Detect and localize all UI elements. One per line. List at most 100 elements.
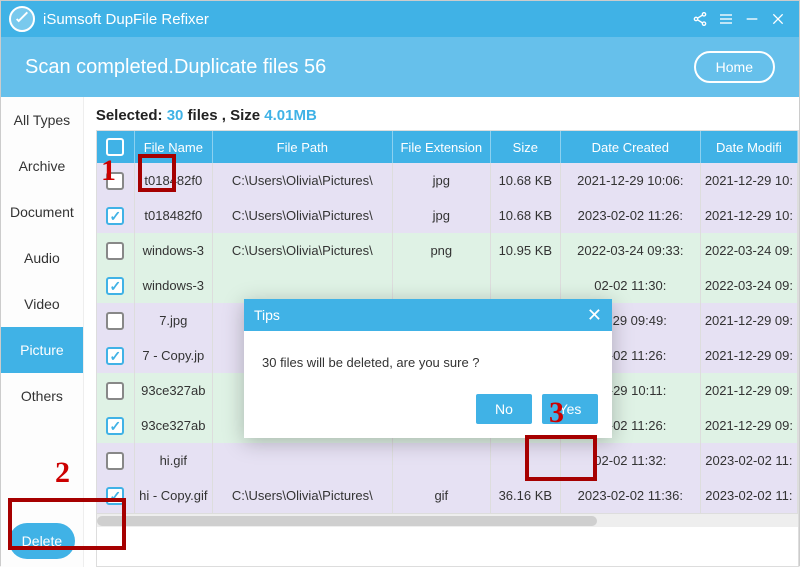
- scan-status-text: Scan completed.Duplicate files 56: [25, 56, 694, 79]
- cell-created: 2022-03-24 09:33:: [561, 233, 701, 268]
- cell-size: 10.68 KB: [491, 198, 561, 233]
- cell-size: 10.95 KB: [491, 233, 561, 268]
- cell-filename: windows-3: [135, 233, 213, 268]
- cell-extension: gif: [393, 478, 491, 513]
- selected-size: 4.01MB: [264, 107, 317, 124]
- minimize-icon[interactable]: [739, 6, 765, 32]
- cell-created: 2023-02-02 11:36:: [561, 478, 701, 513]
- cell-filepath: C:\Users\Olivia\Pictures\: [213, 233, 393, 268]
- col-filepath[interactable]: File Path: [213, 131, 393, 163]
- row-checkbox[interactable]: [106, 242, 124, 260]
- sidebar-item-video[interactable]: Video: [1, 281, 83, 327]
- row-checkbox[interactable]: [106, 382, 124, 400]
- cell-filename: 7 - Copy.jp: [135, 338, 213, 373]
- table-header: File Name File Path File Extension Size …: [97, 131, 798, 163]
- sidebar-item-document[interactable]: Document: [1, 189, 83, 235]
- dialog-message: 30 files will be deleted, are you sure ?: [244, 331, 612, 394]
- cell-filename: windows-3: [135, 268, 213, 303]
- cell-modified: 2023-02-02 11:: [701, 478, 798, 513]
- cell-created: 2021-12-29 10:06:: [561, 163, 701, 198]
- home-button[interactable]: Home: [694, 51, 775, 83]
- sidebar-item-others[interactable]: Others: [1, 373, 83, 419]
- close-icon[interactable]: [765, 6, 791, 32]
- cell-extension: jpg: [393, 163, 491, 198]
- row-checkbox[interactable]: [106, 277, 124, 295]
- cell-filename: 93ce327ab: [135, 373, 213, 408]
- row-checkbox[interactable]: [106, 312, 124, 330]
- sidebar-item-all-types[interactable]: All Types: [1, 97, 83, 143]
- dialog-close-icon[interactable]: ✕: [587, 305, 602, 326]
- cell-created: 2023-02-02 11:26:: [561, 198, 701, 233]
- table-row[interactable]: hi - Copy.gifC:\Users\Olivia\Pictures\gi…: [97, 478, 798, 513]
- table-row[interactable]: windows-3 02-02 11:30:2022-03-24 09:: [97, 268, 798, 303]
- delete-button[interactable]: Delete: [9, 523, 75, 559]
- cell-modified: 2021-12-29 10:: [701, 198, 798, 233]
- cell-filename: t018482f0: [135, 198, 213, 233]
- selection-summary: Selected: 30 files , Size 4.01MB: [96, 107, 799, 130]
- cell-filename: 93ce327ab: [135, 408, 213, 443]
- cell-created: 02-02 11:32:: [561, 443, 701, 478]
- cell-filename: t018482f0: [135, 163, 213, 198]
- select-all-checkbox[interactable]: [106, 138, 124, 156]
- row-checkbox[interactable]: [106, 487, 124, 505]
- cell-filepath: C:\Users\Olivia\Pictures\: [213, 163, 393, 198]
- cell-modified: 2021-12-29 09:: [701, 338, 798, 373]
- cell-modified: 2022-03-24 09:: [701, 233, 798, 268]
- app-title: iSumsoft DupFile Refixer: [43, 11, 209, 28]
- files-word: files ,: [188, 107, 226, 124]
- cell-modified: 2023-02-02 11:: [701, 443, 798, 478]
- dialog-no-button[interactable]: No: [476, 394, 532, 424]
- col-filename[interactable]: File Name: [135, 131, 213, 163]
- col-created[interactable]: Date Created: [561, 131, 701, 163]
- share-icon[interactable]: [687, 6, 713, 32]
- row-checkbox[interactable]: [106, 452, 124, 470]
- sidebar-item-archive[interactable]: Archive: [1, 143, 83, 189]
- row-checkbox[interactable]: [106, 417, 124, 435]
- selected-count: 30: [167, 107, 184, 124]
- confirm-dialog: Tips ✕ 30 files will be deleted, are you…: [244, 299, 612, 438]
- cell-size: [491, 268, 561, 303]
- row-checkbox[interactable]: [106, 207, 124, 225]
- cell-filepath: [213, 268, 393, 303]
- cell-extension: jpg: [393, 198, 491, 233]
- cell-extension: [393, 443, 491, 478]
- dialog-yes-button[interactable]: Yes: [542, 394, 598, 424]
- row-checkbox[interactable]: [106, 172, 124, 190]
- status-bar: Scan completed.Duplicate files 56 Home: [1, 37, 799, 97]
- table-row[interactable]: t018482f0C:\Users\Olivia\Pictures\jpg10.…: [97, 163, 798, 198]
- horizontal-scrollbar[interactable]: [97, 513, 798, 527]
- app-logo-icon: [9, 6, 35, 32]
- cell-extension: [393, 268, 491, 303]
- sidebar: All TypesArchiveDocumentAudioVideoPictur…: [1, 97, 84, 567]
- cell-filepath: C:\Users\Olivia\Pictures\: [213, 478, 393, 513]
- cell-size: 36.16 KB: [491, 478, 561, 513]
- cell-modified: 2021-12-29 10:: [701, 163, 798, 198]
- table-row[interactable]: windows-3C:\Users\Olivia\Pictures\png10.…: [97, 233, 798, 268]
- cell-size: [491, 443, 561, 478]
- col-size[interactable]: Size: [491, 131, 561, 163]
- cell-filepath: [213, 443, 393, 478]
- size-word: Size: [230, 107, 260, 124]
- cell-size: 10.68 KB: [491, 163, 561, 198]
- sidebar-item-audio[interactable]: Audio: [1, 235, 83, 281]
- cell-filename: hi - Copy.gif: [135, 478, 213, 513]
- sidebar-item-picture[interactable]: Picture: [1, 327, 83, 373]
- table-row[interactable]: t018482f0C:\Users\Olivia\Pictures\jpg10.…: [97, 198, 798, 233]
- menu-icon[interactable]: [713, 6, 739, 32]
- cell-modified: 2021-12-29 09:: [701, 373, 798, 408]
- row-checkbox[interactable]: [106, 347, 124, 365]
- col-modified[interactable]: Date Modifi: [701, 131, 798, 163]
- cell-modified: 2021-12-29 09:: [701, 303, 798, 338]
- cell-modified: 2022-03-24 09:: [701, 268, 798, 303]
- dialog-titlebar: Tips ✕: [244, 299, 612, 331]
- cell-filename: 7.jpg: [135, 303, 213, 338]
- cell-extension: png: [393, 233, 491, 268]
- cell-filepath: C:\Users\Olivia\Pictures\: [213, 198, 393, 233]
- titlebar: iSumsoft DupFile Refixer: [1, 1, 799, 37]
- dialog-title: Tips: [254, 307, 280, 323]
- cell-filename: hi.gif: [135, 443, 213, 478]
- cell-created: 02-02 11:30:: [561, 268, 701, 303]
- table-row[interactable]: hi.gif 02-02 11:32:2023-02-02 11:: [97, 443, 798, 478]
- col-extension[interactable]: File Extension: [393, 131, 491, 163]
- selected-label: Selected:: [96, 107, 163, 124]
